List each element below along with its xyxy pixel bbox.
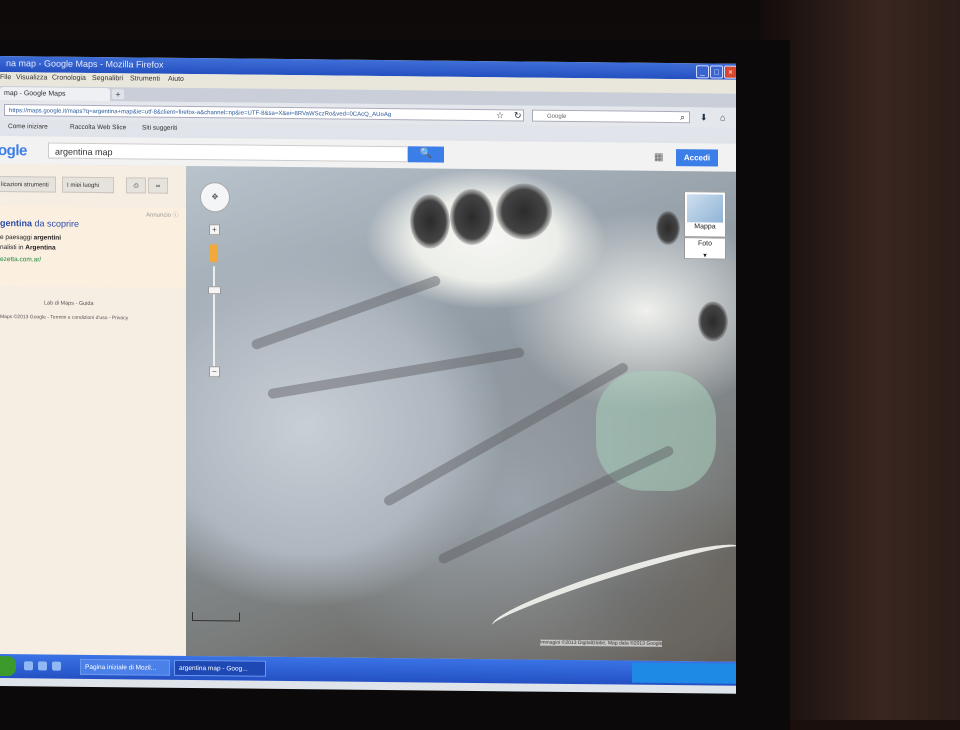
reload-icon[interactable]: ↻ — [514, 110, 522, 121]
panel-footer[interactable]: Maps ©2013 Google - Termini e condizioni… — [0, 314, 128, 321]
scale-bar — [192, 612, 240, 622]
left-panel: licazioni strumenti I miei luoghi ⎙ ∞ An… — [0, 164, 186, 656]
start-button[interactable] — [0, 656, 16, 677]
search-icon: 🔍 — [419, 148, 433, 160]
photos-label: Foto — [697, 240, 712, 248]
map-ridge — [250, 274, 442, 351]
pan-control[interactable]: ✥ — [200, 182, 230, 213]
pegman-icon[interactable] — [209, 244, 218, 263]
map-ridge — [267, 346, 525, 400]
zoom-slider-thumb[interactable] — [208, 286, 221, 295]
ad-title[interactable]: gentina da scoprire — [0, 218, 79, 229]
map-peak — [410, 194, 450, 249]
menu-bookmarks[interactable]: Segnalibri — [92, 75, 123, 82]
map-peak — [450, 188, 494, 246]
apps-grid-icon[interactable]: ▦ — [654, 152, 663, 163]
menu-history[interactable]: Cronologia — [52, 75, 86, 82]
menu-view[interactable]: Visualizza — [16, 74, 47, 81]
quicklaunch-icon[interactable] — [38, 661, 47, 671]
system-tray — [632, 662, 736, 684]
maptype-map-button[interactable]: Mappa — [684, 191, 726, 238]
bookmark-come-iniziare[interactable]: Come iniziare — [8, 123, 48, 130]
ad-line-1: e paesaggi argentini — [0, 234, 62, 242]
search-icon[interactable]: ⌕ — [680, 112, 685, 123]
quicklaunch-icon[interactable] — [24, 661, 33, 671]
map-peak — [496, 183, 552, 240]
menu-file[interactable]: File — [0, 74, 11, 81]
ad-label: Annuncio ⓘ — [146, 212, 179, 219]
taskbar-item-firefox-home[interactable]: Pagina iniziale di Mozil... — [80, 658, 170, 676]
bookmark-siti-suggeriti[interactable]: Siti suggeriti — [142, 124, 177, 131]
zoom-out-button[interactable]: − — [209, 366, 220, 378]
maptype-label: Mappa — [694, 223, 716, 231]
maps-search-button[interactable]: 🔍 — [408, 146, 444, 163]
map-coastline — [487, 532, 736, 641]
satellite-map[interactable]: ✥ + − Mappa Foto ▾ Immagini ©2013 Digita… — [186, 165, 736, 662]
zoom-slider[interactable] — [213, 266, 215, 367]
tools-button[interactable]: licazioni strumenti — [0, 175, 56, 193]
photos-button[interactable]: Foto ▾ — [684, 237, 726, 260]
quicklaunch-icon[interactable] — [52, 661, 61, 671]
home-icon[interactable]: ⌂ — [720, 113, 725, 123]
taskbar-item-google-maps[interactable]: argentina map - Goog... — [174, 659, 266, 677]
map-attribution: Immagini ©2013 DigitalGlobe, Map data ©2… — [540, 639, 663, 647]
new-tab-button[interactable]: + — [112, 89, 124, 100]
url-bar[interactable]: https://maps.google.it/maps?q=argentina+… — [4, 104, 524, 122]
zoom-in-button[interactable]: + — [209, 224, 220, 236]
maps-lab-link[interactable]: Lab di Maps - Guida — [44, 300, 94, 307]
chevron-down-icon: ▾ — [703, 252, 707, 260]
monitor-screen: na map - Google Maps - Mozilla Firefox _… — [0, 56, 736, 694]
minimize-button[interactable]: _ — [696, 65, 709, 79]
signin-button[interactable]: Accedi — [676, 149, 718, 167]
bookmark-web-slice[interactable]: Raccolta Web Slice — [70, 124, 126, 132]
menu-help[interactable]: Aiuto — [168, 76, 184, 83]
star-icon[interactable]: ☆ — [496, 110, 504, 121]
ad-url[interactable]: ezetta.com.ar/ — [0, 256, 41, 263]
map-ridge — [436, 444, 676, 566]
menu-tools[interactable]: Strumenti — [130, 75, 160, 82]
map-peak — [656, 210, 680, 246]
map-peak — [698, 301, 728, 342]
google-logo[interactable]: ogle — [0, 142, 27, 159]
ad-line-2: nalisti in Argentina — [0, 244, 56, 252]
maximize-button[interactable]: □ — [710, 65, 723, 79]
my-places-button[interactable]: I miei luoghi — [62, 176, 114, 194]
tab-google-maps[interactable]: map - Google Maps — [0, 87, 110, 102]
print-icon[interactable]: ⎙ — [126, 177, 146, 194]
link-icon[interactable]: ∞ — [148, 177, 168, 194]
browser-search-input[interactable]: Google — [532, 109, 690, 124]
window-title: na map - Google Maps - Mozilla Firefox — [6, 58, 164, 70]
sponsored-ad[interactable]: Annuncio ⓘ gentina da scoprire e paesagg… — [0, 206, 186, 288]
maps-search-input[interactable]: argentina map — [48, 142, 408, 163]
download-icon[interactable]: ⬇ — [700, 112, 708, 123]
close-button[interactable]: × — [724, 65, 736, 79]
room-wall — [760, 0, 960, 720]
map-thumbnail — [687, 194, 723, 223]
